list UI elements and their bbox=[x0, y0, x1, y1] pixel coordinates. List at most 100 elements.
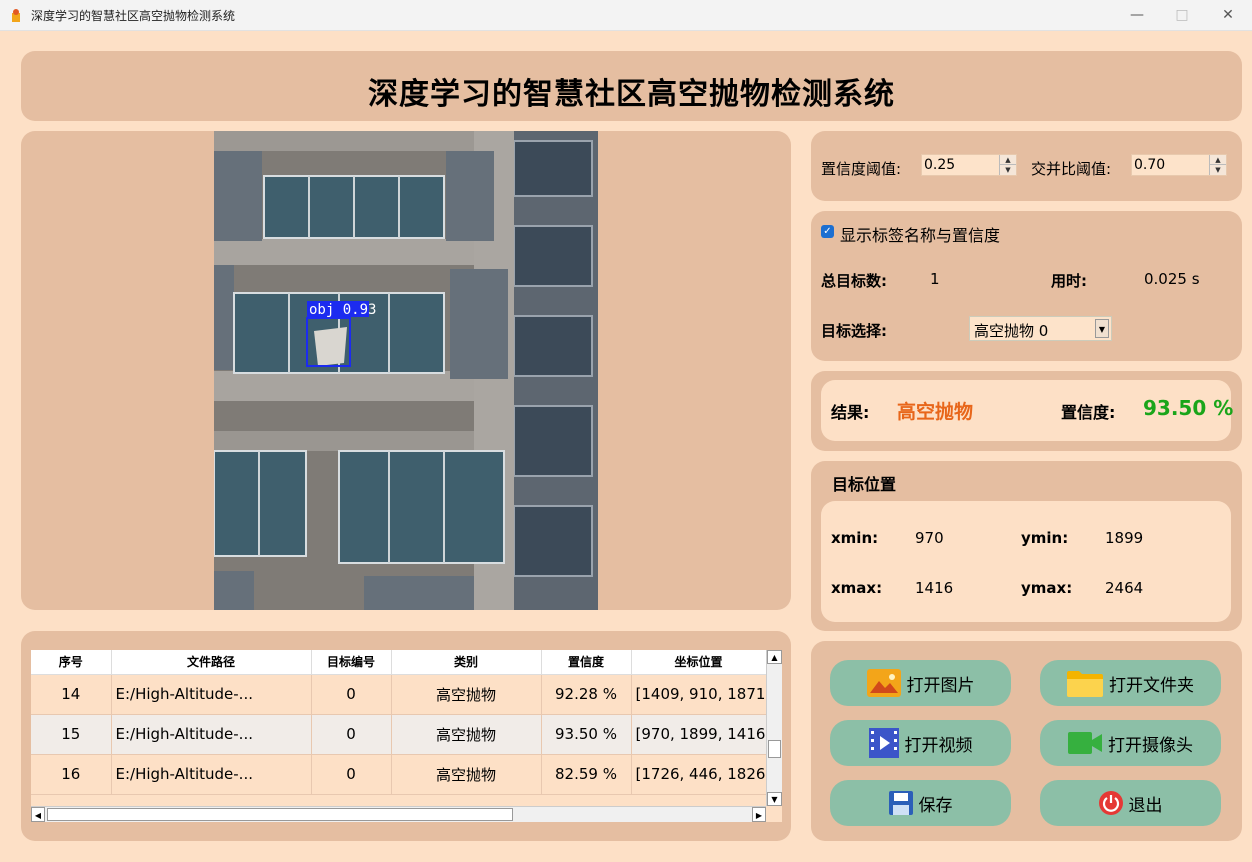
camera-icon bbox=[1068, 732, 1102, 754]
scroll-left-icon[interactable]: ◀ bbox=[31, 807, 45, 822]
xmin-value: 970 bbox=[915, 529, 944, 547]
column-header-confidence[interactable]: 置信度 bbox=[541, 650, 632, 675]
table-cell: 82.59 % bbox=[541, 754, 632, 795]
minimize-button[interactable]: — bbox=[1114, 0, 1160, 31]
detection-image: obj 0.93 bbox=[214, 131, 598, 610]
save-button[interactable]: 保存 bbox=[830, 780, 1011, 826]
column-header-class[interactable]: 类别 bbox=[391, 650, 542, 675]
horizontal-scroll-thumb[interactable] bbox=[47, 808, 513, 821]
confidence-threshold-spinbox[interactable]: 0.25 ▲ ▼ bbox=[921, 154, 1017, 176]
table-panel: 序号 文件路径 目标编号 类别 置信度 坐标位置 14 E:/High-Alti… bbox=[21, 631, 791, 841]
column-header-path[interactable]: 文件路径 bbox=[111, 650, 312, 675]
open-image-button[interactable]: 打开图片 bbox=[830, 660, 1011, 706]
table-cell: [970, 1899, 1416, 2 bbox=[631, 714, 767, 755]
page-title: 深度学习的智慧社区高空抛物检测系统 bbox=[368, 77, 895, 112]
show-labels-checkbox[interactable]: ✓ bbox=[821, 225, 834, 238]
options-panel: ✓ 显示标签名称与置信度 总目标数: 1 用时: 0.025 s 目标选择: 高… bbox=[811, 211, 1242, 361]
target-select-value: 高空抛物 0 bbox=[974, 322, 1049, 340]
total-targets-label: 总目标数: bbox=[821, 272, 887, 290]
table-row[interactable]: 16 E:/High-Altitude-... 0 高空抛物 82.59 % [… bbox=[31, 754, 767, 795]
spin-up-icon[interactable]: ▲ bbox=[1000, 155, 1016, 165]
table-cell: 16 bbox=[31, 754, 112, 795]
table-cell: 0 bbox=[311, 754, 392, 795]
column-header-target-id[interactable]: 目标编号 bbox=[311, 650, 392, 675]
total-targets-value: 1 bbox=[930, 270, 940, 288]
xmax-value: 1416 bbox=[915, 579, 954, 597]
table-cell: [1726, 446, 1826, 5 bbox=[631, 754, 767, 795]
table-cell: [1409, 910, 1871, 1 bbox=[631, 674, 767, 715]
image-icon bbox=[866, 669, 901, 697]
result-confidence-label: 置信度: bbox=[1061, 403, 1116, 422]
column-header-position[interactable]: 坐标位置 bbox=[631, 650, 767, 675]
scroll-right-icon[interactable]: ▶ bbox=[752, 807, 766, 822]
open-camera-label: 打开摄像头 bbox=[1108, 735, 1193, 756]
spin-down-icon[interactable]: ▼ bbox=[1210, 165, 1226, 175]
show-labels-text: 显示标签名称与置信度 bbox=[840, 226, 1001, 245]
table-cell: 92.28 % bbox=[541, 674, 632, 715]
spin-down-icon[interactable]: ▼ bbox=[1000, 165, 1016, 175]
exit-button[interactable]: 退出 bbox=[1040, 780, 1221, 826]
open-folder-button[interactable]: 打开文件夹 bbox=[1040, 660, 1221, 706]
vertical-scroll-thumb[interactable] bbox=[768, 740, 781, 758]
app-icon bbox=[12, 9, 20, 22]
table-row[interactable]: 15 E:/High-Altitude-... 0 高空抛物 93.50 % [… bbox=[31, 714, 767, 755]
table-cell: 高空抛物 bbox=[391, 714, 542, 755]
window-titlebar: 深度学习的智慧社区高空抛物检测系统 — □ ✕ bbox=[0, 0, 1252, 31]
folder-icon bbox=[1067, 671, 1103, 697]
position-box: xmin: 970 ymin: 1899 xmax: 1416 ymax: 24… bbox=[821, 501, 1231, 622]
result-box: 结果: 高空抛物 置信度: 93.50 % bbox=[821, 380, 1234, 441]
table-cell: E:/High-Altitude-... bbox=[111, 754, 312, 795]
vertical-scrollbar[interactable]: ▲ ▼ bbox=[766, 650, 782, 806]
chevron-down-icon: ▼ bbox=[1095, 319, 1109, 338]
table-cell: 高空抛物 bbox=[391, 674, 542, 715]
table-cell: 14 bbox=[31, 674, 112, 715]
results-table-container: 序号 文件路径 目标编号 类别 置信度 坐标位置 14 E:/High-Alti… bbox=[31, 650, 782, 822]
scroll-down-icon[interactable]: ▼ bbox=[767, 792, 782, 806]
target-select-dropdown[interactable]: 高空抛物 0 ▼ bbox=[969, 316, 1112, 341]
result-confidence-value: 93.50 % bbox=[1143, 396, 1234, 420]
column-header-index[interactable]: 序号 bbox=[31, 650, 112, 675]
close-button[interactable]: ✕ bbox=[1205, 0, 1251, 31]
exit-label: 退出 bbox=[1128, 795, 1163, 816]
result-value: 高空抛物 bbox=[897, 401, 974, 423]
video-icon bbox=[868, 728, 899, 758]
results-table: 序号 文件路径 目标编号 类别 置信度 坐标位置 14 E:/High-Alti… bbox=[31, 650, 767, 795]
ymin-label: ymin: bbox=[1021, 529, 1069, 547]
scroll-up-icon[interactable]: ▲ bbox=[767, 650, 782, 664]
confidence-threshold-label: 置信度阈值: bbox=[821, 160, 902, 178]
open-camera-button[interactable]: 打开摄像头 bbox=[1040, 720, 1221, 766]
maximize-button[interactable]: □ bbox=[1159, 0, 1205, 31]
confidence-threshold-value: 0.25 bbox=[924, 157, 956, 173]
time-value: 0.025 s bbox=[1144, 270, 1200, 288]
target-select-label: 目标选择: bbox=[821, 322, 887, 340]
result-label: 结果: bbox=[831, 403, 870, 422]
table-cell: 0 bbox=[311, 714, 392, 755]
table-cell: E:/High-Altitude-... bbox=[111, 674, 312, 715]
iou-threshold-value: 0.70 bbox=[1134, 157, 1166, 173]
save-label: 保存 bbox=[918, 795, 953, 816]
open-image-label: 打开图片 bbox=[906, 675, 975, 696]
buttons-panel: 打开图片 打开文件夹 打开视频 打开摄像头 保存 退出 bbox=[811, 641, 1242, 841]
horizontal-scrollbar[interactable]: ◀ ▶ bbox=[31, 806, 766, 822]
xmax-label: xmax: bbox=[831, 579, 883, 597]
iou-threshold-spinbox[interactable]: 0.70 ▲ ▼ bbox=[1131, 154, 1227, 176]
open-folder-label: 打开文件夹 bbox=[1109, 675, 1194, 696]
table-cell: 0 bbox=[311, 674, 392, 715]
table-row[interactable]: 14 E:/High-Altitude-... 0 高空抛物 92.28 % [… bbox=[31, 674, 767, 715]
detection-label: obj 0.93 bbox=[309, 302, 376, 318]
threshold-panel: 置信度阈值: 0.25 ▲ ▼ 交并比阈值: 0.70 ▲ ▼ bbox=[811, 131, 1242, 201]
open-video-label: 打开视频 bbox=[904, 735, 973, 756]
image-panel: obj 0.93 bbox=[21, 131, 791, 610]
result-panel: 结果: 高空抛物 置信度: 93.50 % bbox=[811, 371, 1242, 451]
window-title: 深度学习的智慧社区高空抛物检测系统 bbox=[31, 9, 236, 23]
table-cell: 93.50 % bbox=[541, 714, 632, 755]
power-icon bbox=[1098, 791, 1123, 815]
header-panel: 深度学习的智慧社区高空抛物检测系统 bbox=[21, 51, 1242, 121]
open-video-button[interactable]: 打开视频 bbox=[830, 720, 1011, 766]
ymax-label: ymax: bbox=[1021, 579, 1073, 597]
ymin-value: 1899 bbox=[1105, 529, 1144, 547]
time-label: 用时: bbox=[1051, 272, 1087, 290]
save-icon bbox=[888, 791, 913, 815]
spin-up-icon[interactable]: ▲ bbox=[1210, 155, 1226, 165]
xmin-label: xmin: bbox=[831, 529, 879, 547]
